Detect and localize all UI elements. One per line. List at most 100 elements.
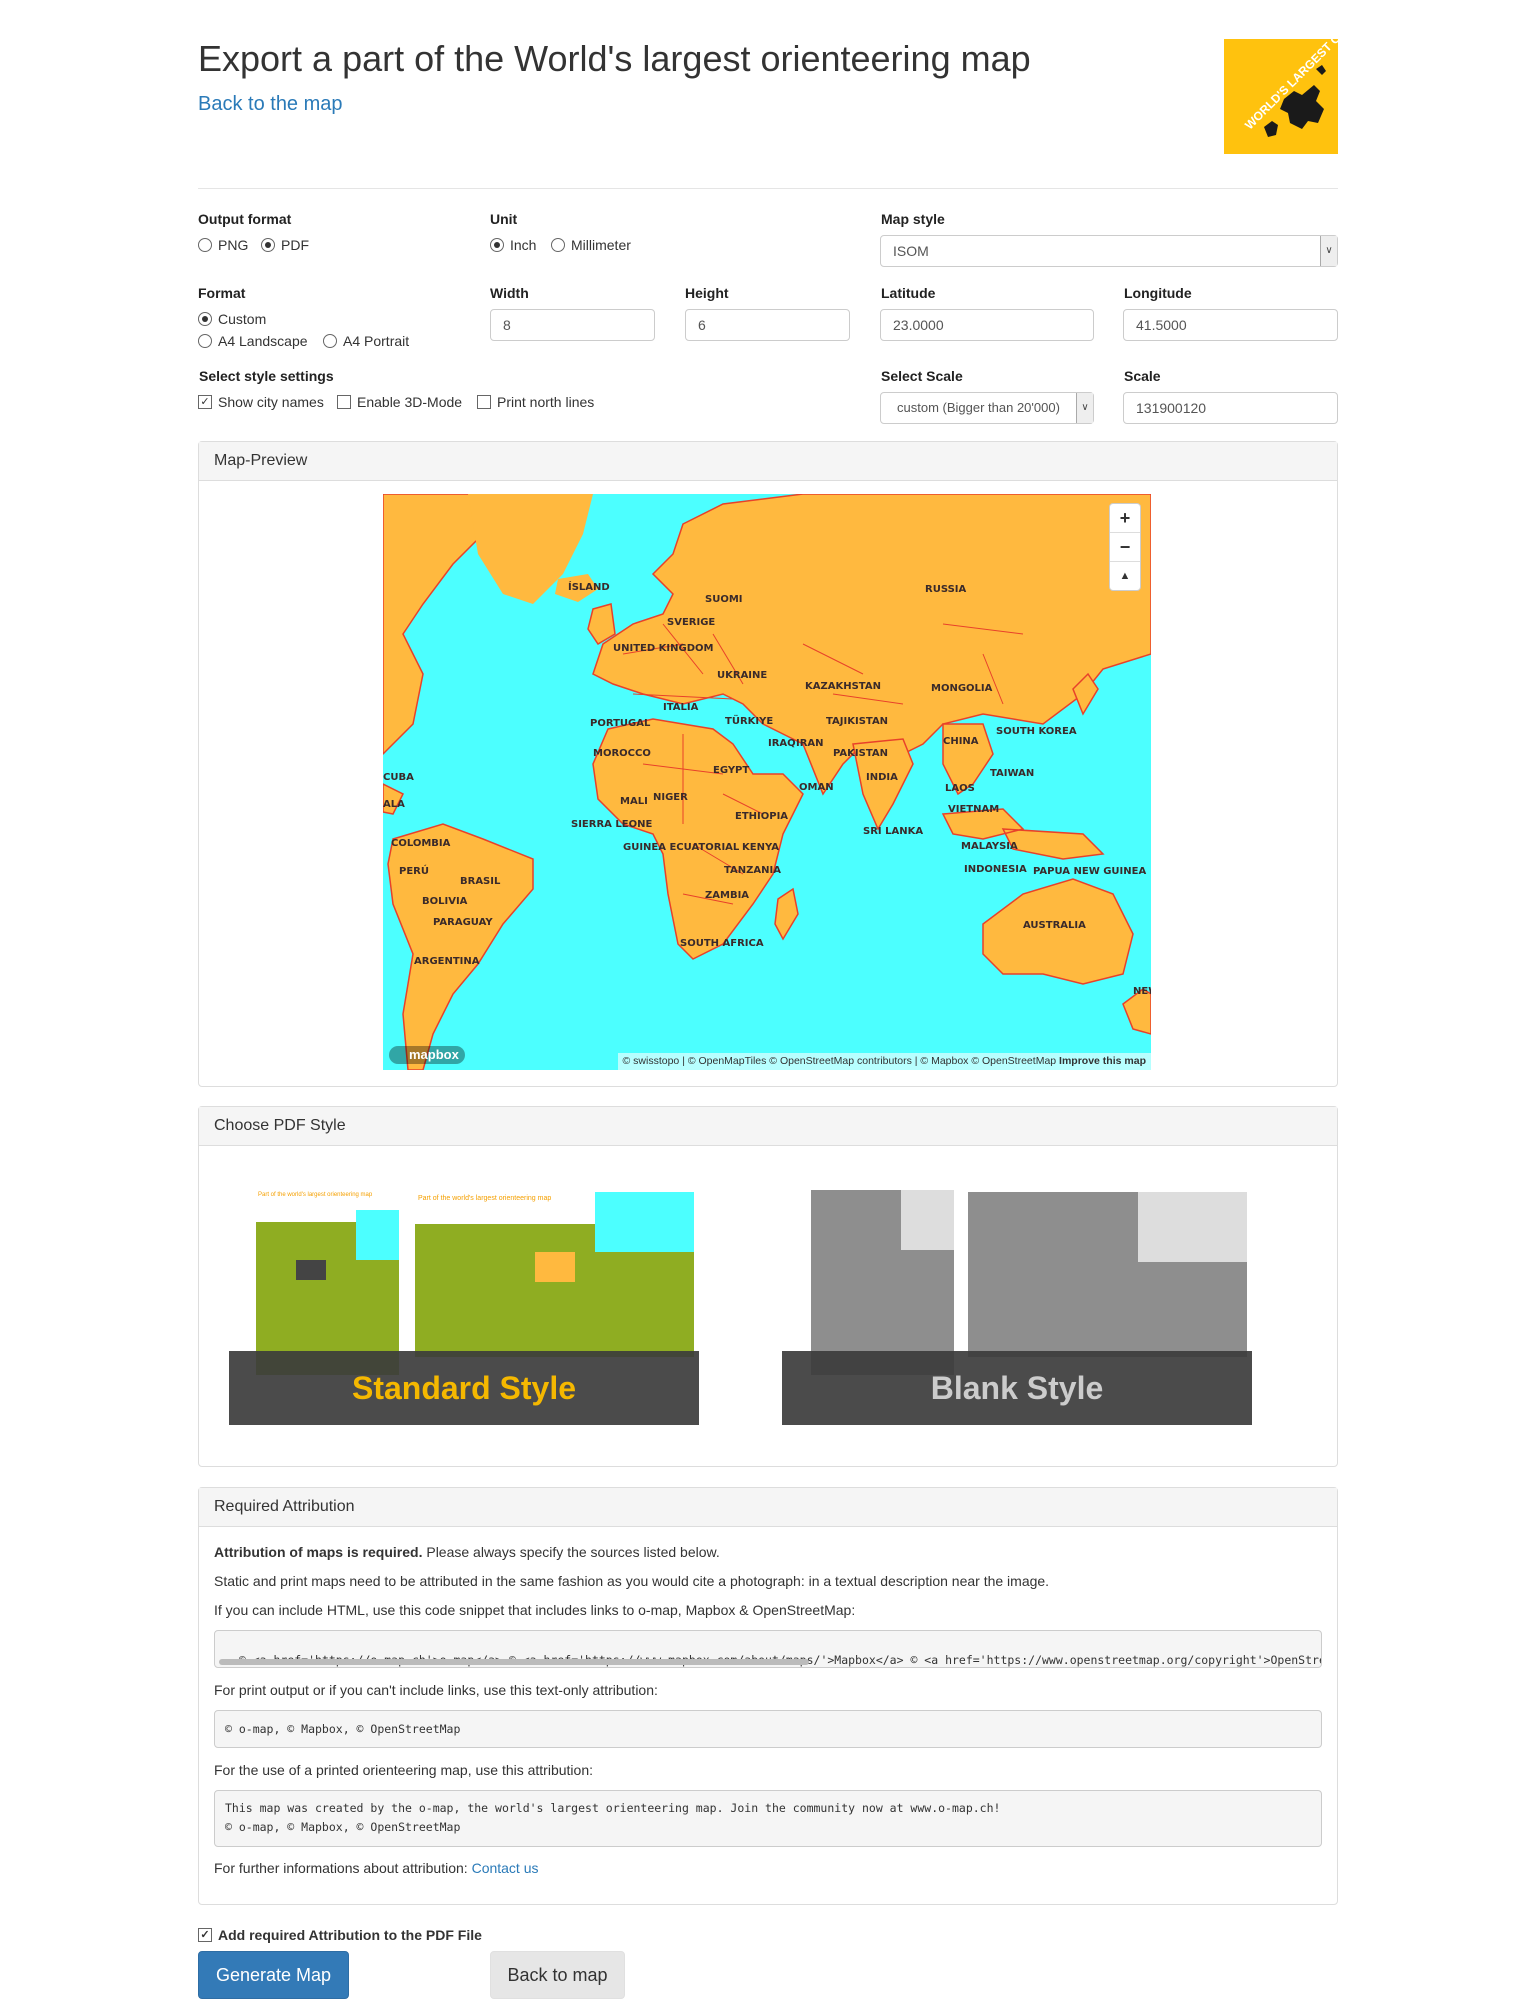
latitude-input[interactable]: 23.0000 [880,309,1094,341]
print-snippet-box[interactable]: This map was created by the o-map, the w… [214,1790,1322,1847]
scale-label: Scale [1124,368,1161,384]
output-format-png[interactable]: PNG [198,237,248,253]
checkbox-add-attribution[interactable]: ✓ [198,1928,212,1942]
html-snippet-box[interactable]: © <a href='https://o-map.ch'>o-map</a> ©… [214,1630,1322,1668]
map-country-label: ALA [383,799,405,810]
attribution-line-2: Static and print maps need to be attribu… [214,1573,1050,1589]
add-attribution-option[interactable]: ✓ Add required Attribution to the PDF Fil… [198,1927,482,1943]
radio-pdf[interactable] [261,238,275,252]
improve-map-link[interactable]: Improve this map [1059,1055,1146,1067]
style-settings-label: Select style settings [199,368,334,384]
map-country-label: TAIWAN [990,768,1034,779]
standard-thumb-portrait: Part of the world's largest orienteering… [256,1190,399,1375]
header-divider [198,188,1338,189]
map-country-label: VIETNAM [948,804,999,815]
format-label: Format [198,285,246,301]
select-scale-label: Select Scale [881,368,963,384]
checkbox-enable-3d-mode[interactable] [337,395,351,409]
checkbox-show-city-names[interactable]: ✓ [198,395,212,409]
map-country-label: LAOS [945,783,975,794]
map-country-label: SVERIGE [667,617,715,628]
attribution-intro: Attribution of maps is required. Please … [214,1544,720,1560]
map-country-label: TANZANIA [724,865,781,876]
map-country-label: SOUTH AFRICA [680,938,764,949]
standard-thumb-water [595,1192,694,1252]
map-country-label: MALAYSIA [961,841,1018,852]
map-country-label: EGYPT [713,765,749,776]
map-country-label: PAKISTAN [833,748,888,759]
map-country-label: KAZAKHSTAN [805,681,881,692]
text-snippet-box[interactable]: © o-map, © Mapbox, © OpenStreetMap [214,1710,1322,1748]
map-country-label: IRAQ [768,738,796,749]
checkbox-print-north-lines[interactable] [477,395,491,409]
contact-us-link[interactable]: Contact us [472,1860,539,1876]
blank-style-label: Blank Style [782,1351,1252,1425]
radio-inch[interactable] [490,238,504,252]
map-country-label: OMAN [799,782,834,793]
back-to-map-button[interactable]: Back to map [490,1951,625,1999]
print-north-lines-option[interactable]: Print north lines [477,394,594,410]
horizontal-scrollbar[interactable] [219,1659,809,1665]
blank-style-option[interactable]: Blank Style [782,1190,1252,1425]
generate-map-button[interactable]: Generate Map [198,1951,349,1999]
radio-a4-landscape[interactable] [198,334,212,348]
map-country-label: PAPUA NEW GUINEA [1033,866,1146,877]
chevron-down-icon: ∨ [1076,393,1093,423]
radio-millimeter[interactable] [551,238,565,252]
compass-icon[interactable]: ▲ [1110,562,1140,590]
map-country-label: UNITED KINGDOM [613,643,713,654]
map-preview-title: Map-Preview [199,442,1337,481]
map-country-label: SIERRA LEONE [571,819,652,830]
longitude-input[interactable]: 41.5000 [1123,309,1338,341]
map-country-label: RUSSIA [925,584,966,595]
unit-millimeter[interactable]: Millimeter [551,237,631,253]
map-country-label: NIGER [653,792,688,803]
width-input[interactable]: 8 [490,309,655,341]
mapbox-logo[interactable]: mapbox [389,1046,465,1064]
map-country-label: UKRAINE [717,670,767,681]
map-country-label: SUOMI [705,594,743,605]
zoom-in-button[interactable]: + [1110,504,1140,533]
map-country-label: NEW [1133,986,1151,997]
blank-thumb-landscape [968,1192,1247,1357]
select-scale-select[interactable]: custom (Bigger than 20'000) ∨ [880,392,1094,424]
height-input[interactable]: 6 [685,309,850,341]
map-style-select[interactable]: ISOM ∨ [880,235,1338,267]
back-to-map-link[interactable]: Back to the map [198,93,343,116]
map-preview[interactable]: ÍSLAND SUOMI RUSSIA SVERIGE UNITED KINGDOM UK… [383,494,1151,1070]
blank-thumb-portrait [811,1190,954,1375]
enable-3d-mode-option[interactable]: Enable 3D-Mode [337,394,462,410]
zoom-out-button[interactable]: − [1110,533,1140,562]
scale-input[interactable]: 131900120 [1123,392,1338,424]
map-country-label: TAJIKISTAN [826,716,888,727]
map-country-label: GUINEA ECUATORIAL [623,842,740,853]
format-a4-landscape[interactable]: A4 Landscape [198,333,308,349]
radio-custom[interactable] [198,312,212,326]
output-format-pdf[interactable]: PDF [261,237,309,253]
map-country-label: COLOMBIA [391,838,451,849]
standard-style-option[interactable]: Part of the world's largest orienteering… [229,1190,699,1425]
format-a4-portrait[interactable]: A4 Portrait [323,333,409,349]
unit-inch[interactable]: Inch [490,237,536,253]
map-country-label: ZAMBIA [705,890,749,901]
show-city-names-option[interactable]: ✓ Show city names [198,394,324,410]
radio-png[interactable] [198,238,212,252]
attribution-line-3: If you can include HTML, use this code s… [214,1602,856,1618]
map-country-label: SRI LANKA [863,826,923,837]
radio-a4-portrait[interactable] [323,334,337,348]
unit-label: Unit [490,211,518,227]
standard-thumb-landscape: Part of the world's largest orienteering… [415,1192,694,1357]
chevron-down-icon: ∨ [1320,236,1337,266]
map-country-label: MALI [620,796,648,807]
output-format-label: Output format [198,211,292,227]
map-country-label: PORTUGAL [590,718,651,729]
format-custom[interactable]: Custom [198,311,266,327]
blank-thumb-water [1138,1192,1247,1262]
width-label: Width [490,285,529,301]
standard-thumb-water [356,1210,399,1260]
pdf-style-title: Choose PDF Style [199,1107,1337,1146]
map-country-label: AUSTRALIA [1023,920,1086,931]
map-country-label: CUBA [383,772,414,783]
map-country-label: TÜRKIYE [725,713,773,727]
map-country-label: MONGOLIA [931,683,993,694]
